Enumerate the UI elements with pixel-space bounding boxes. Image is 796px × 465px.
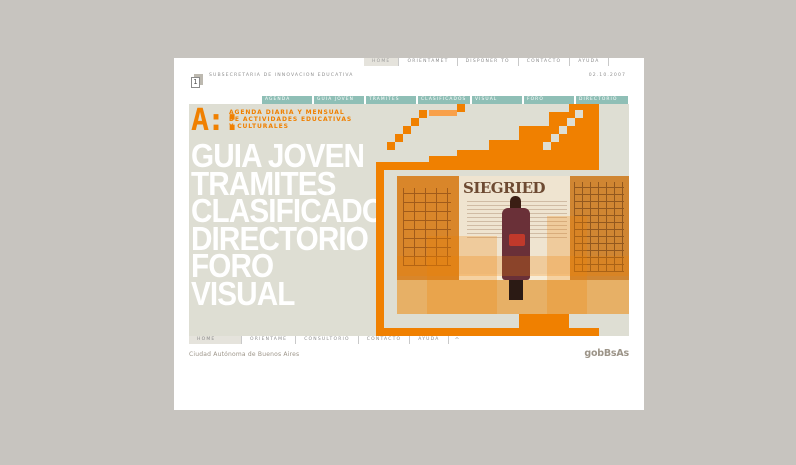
agenda-tagline: AGENDA DIARIA Y MENSUAL DE ACTIVIDADES E… — [229, 109, 353, 130]
bottom-nav-orientame[interactable]: ORIENTAME — [242, 336, 297, 344]
bottom-nav-ayuda[interactable]: AYUDA — [410, 336, 449, 344]
bottom-nav-consultorio[interactable]: CONSULTORIO — [296, 336, 359, 344]
hero-panel: A:: AGENDA DIARIA Y MENSUAL DE ACTIVIDAD… — [189, 104, 629, 336]
tab-foro[interactable]: FORO — [524, 96, 574, 104]
tab-tramites[interactable]: TRAMITES — [366, 96, 416, 104]
photo-poster-title: SIEGRIED — [463, 179, 546, 197]
top-nav-contacto[interactable]: CONTACTO — [519, 58, 571, 66]
menu-visual[interactable]: VISUAL — [191, 277, 403, 309]
city-label: Ciudad Autónoma de Buenos Aires — [189, 351, 300, 358]
top-nav-ayuda[interactable]: AYUDA — [570, 58, 609, 66]
bottom-nav: HOME ORIENTAME CONSULTORIO CONTACTO AYUD… — [189, 336, 466, 344]
site-logo-icon[interactable]: 1 — [191, 74, 203, 88]
scroll-up-icon[interactable]: ^ — [449, 337, 466, 344]
org-label: SUBSECRETARIA DE INNOVACION EDUCATIVA — [209, 73, 354, 78]
section-tabs: AGENDA GUIA JOVEN TRAMITES CLASIFICADOS … — [262, 96, 628, 104]
featured-photo[interactable]: SIEGRIED — [397, 176, 629, 314]
date-label: 02.10.2007 — [588, 73, 626, 78]
page-frame: HOME ORIENTAMET DISPONER TO CONTACTO AYU… — [174, 58, 644, 410]
top-nav-disponer[interactable]: DISPONER TO — [458, 58, 519, 66]
bottom-nav-home[interactable]: HOME — [189, 336, 242, 344]
bottom-nav-contacto[interactable]: CONTACTO — [359, 336, 411, 344]
tab-agenda[interactable]: AGENDA — [262, 96, 312, 104]
tab-directorio[interactable]: DIRECTORIO — [576, 96, 628, 104]
tab-clasificados[interactable]: CLASIFICADOS — [418, 96, 470, 104]
brand-logo[interactable]: gobBsAs — [584, 348, 629, 359]
tab-guia-joven[interactable]: GUIA JOVEN — [314, 96, 364, 104]
top-nav-orientamet[interactable]: ORIENTAMET — [399, 58, 458, 66]
tab-visual[interactable]: VISUAL — [472, 96, 522, 104]
visitor-figure — [499, 196, 533, 306]
top-nav: HOME ORIENTAMET DISPONER TO CONTACTO AYU… — [364, 58, 609, 66]
top-nav-home[interactable]: HOME — [364, 58, 400, 66]
